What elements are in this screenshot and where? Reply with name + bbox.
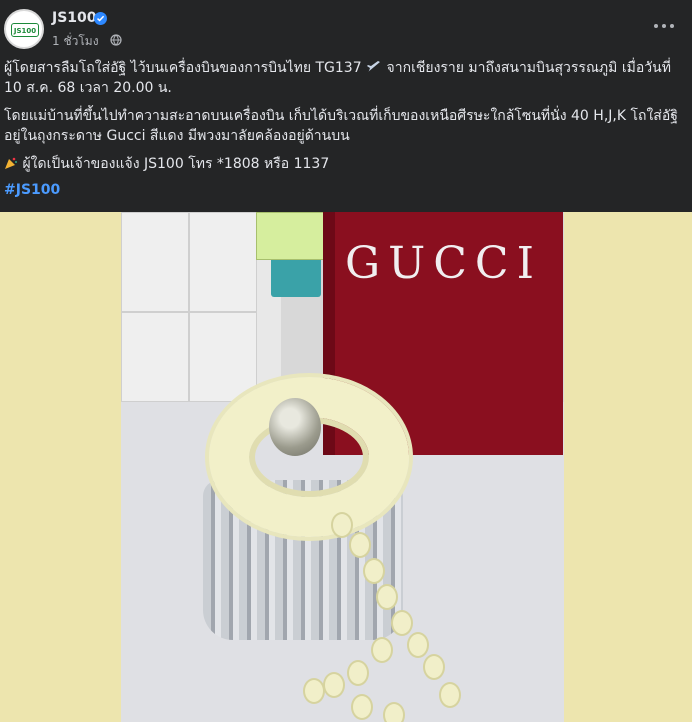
post-paragraph-1: ผู้โดยสารลืมโถใส่อัฐิ ไว้บนเครื่องบินของ… [4,58,680,98]
jasmine-garland [209,377,409,537]
post-media[interactable]: GUCCI [0,212,692,722]
avatar-logo: JS100 [11,23,39,37]
urn-lid [269,398,321,456]
airplane-emoji-icon [367,61,381,72]
hashtag-link[interactable]: #JS100 [4,180,680,200]
globe-icon [110,34,122,46]
avatar[interactable]: JS100 [4,9,44,49]
verified-badge-icon [94,12,107,25]
post-text-line-1: ผู้โดยสารลืมโถใส่อัฐิ ไว้บนเครื่องบินของ… [4,60,362,76]
post-paragraph-3: ผู้ใดเป็นเจ้าของแจ้ง JS100 โทร *1808 หรื… [4,154,680,174]
page-name[interactable]: JS100 [52,10,97,26]
more-options-icon[interactable] [652,18,676,34]
post-paragraph-2: โดยแม่บ้านที่ขึ้นไปทำความสะอาดบนเครื่องบ… [4,108,678,144]
bag-brand-text: GUCCI [345,238,542,289]
party-popper-emoji-icon [5,157,17,169]
post-time[interactable]: 1 ชั่วโมง [52,32,99,51]
post-photo[interactable]: GUCCI [121,212,564,722]
post-text-line-3: ผู้ใดเป็นเจ้าของแจ้ง JS100 โทร *1808 หรื… [22,156,330,172]
post-header: JS100 JS100 1 ชั่วโมง [0,0,692,56]
facebook-post: JS100 JS100 1 ชั่วโมง ผู้โดยสารลืมโถใส่อ… [0,0,692,722]
paper-label [256,212,328,260]
